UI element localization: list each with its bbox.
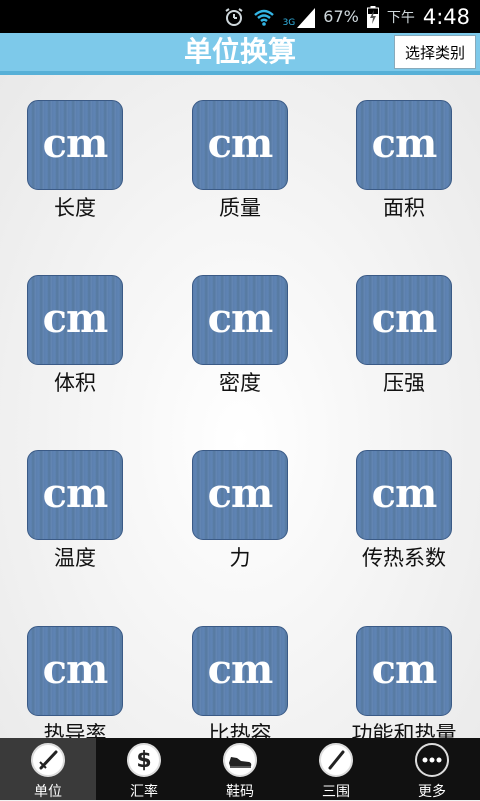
- category-grid: cm 长度 cm 质量 cm 面积 cm 体积 cm 密度 cm 压强 cm 温…: [0, 75, 480, 738]
- tile-label: 比热容: [208, 722, 272, 738]
- bottom-tab-bar: 单位 $ 汇率 鞋码 三围 更多: [0, 738, 480, 800]
- tile-force[interactable]: cm 力: [158, 450, 322, 600]
- pen-icon: [319, 743, 353, 777]
- network-type-label: 3G: [282, 17, 296, 28]
- cm-icon: cm: [27, 450, 123, 540]
- cm-icon: cm: [356, 450, 452, 540]
- cm-icon: cm: [192, 450, 288, 540]
- wifi-icon: [253, 9, 274, 26]
- tile-specific-heat[interactable]: cm 比热容: [158, 626, 322, 738]
- tile-label: 压强: [383, 371, 425, 395]
- tile-temperature[interactable]: cm 温度: [0, 450, 157, 600]
- select-category-button[interactable]: 选择类别: [394, 35, 476, 69]
- battery-percent: 67%: [323, 7, 359, 26]
- tab-measurements[interactable]: 三围: [288, 738, 384, 800]
- tile-label: 质量: [219, 196, 261, 220]
- cm-icon: cm: [356, 275, 452, 365]
- tab-label: 三围: [322, 784, 350, 800]
- ruler-pen-icon: [31, 743, 65, 777]
- tab-exchange-rate[interactable]: $ 汇率: [96, 738, 192, 800]
- alarm-icon: [225, 7, 243, 26]
- tile-work-energy-heat[interactable]: cm 功能和热量: [322, 626, 480, 738]
- tile-label: 力: [229, 546, 251, 570]
- tile-heat-transfer-coefficient[interactable]: cm 传热系数: [322, 450, 480, 600]
- tile-label: 面积: [383, 196, 425, 220]
- tile-label: 密度: [219, 371, 261, 395]
- tab-label: 单位: [34, 784, 62, 800]
- tile-label: 温度: [54, 546, 96, 570]
- shoe-icon: [223, 743, 257, 777]
- battery-charging-icon: [366, 5, 379, 28]
- cm-icon: cm: [192, 100, 288, 190]
- cm-icon: cm: [27, 100, 123, 190]
- tile-area[interactable]: cm 面积: [322, 100, 480, 250]
- tile-label: 热导率: [43, 722, 107, 738]
- tab-more[interactable]: 更多: [384, 738, 480, 800]
- cm-icon: cm: [27, 626, 123, 716]
- status-bar: 3G 67% 下午 4:48: [0, 0, 480, 33]
- tile-length[interactable]: cm 长度: [0, 100, 157, 250]
- cm-icon: cm: [192, 626, 288, 716]
- cm-icon: cm: [356, 626, 452, 716]
- cm-icon: cm: [192, 275, 288, 365]
- tile-volume[interactable]: cm 体积: [0, 275, 157, 425]
- tile-mass[interactable]: cm 质量: [158, 100, 322, 250]
- tile-label: 功能和热量: [351, 722, 457, 738]
- tile-label: 长度: [54, 196, 96, 220]
- more-icon: [415, 743, 449, 777]
- tile-label: 传热系数: [362, 546, 446, 570]
- tile-pressure[interactable]: cm 压强: [322, 275, 480, 425]
- tile-label: 体积: [54, 371, 96, 395]
- tab-label: 鞋码: [226, 784, 254, 800]
- dollar-icon: $: [127, 743, 161, 777]
- tab-label: 更多: [418, 784, 446, 800]
- title-bar: 单位换算 选择类别: [0, 33, 480, 75]
- clock: 4:48: [422, 4, 470, 29]
- cm-icon: cm: [27, 275, 123, 365]
- tile-thermal-conductivity[interactable]: cm 热导率: [0, 626, 157, 738]
- tab-label: 汇率: [130, 784, 158, 800]
- tile-density[interactable]: cm 密度: [158, 275, 322, 425]
- tab-units[interactable]: 单位: [0, 738, 96, 800]
- signal-icon: 3G: [283, 6, 316, 28]
- cm-icon: cm: [356, 100, 452, 190]
- time-ampm: 下午: [386, 9, 415, 26]
- tab-shoe-size[interactable]: 鞋码: [192, 738, 288, 800]
